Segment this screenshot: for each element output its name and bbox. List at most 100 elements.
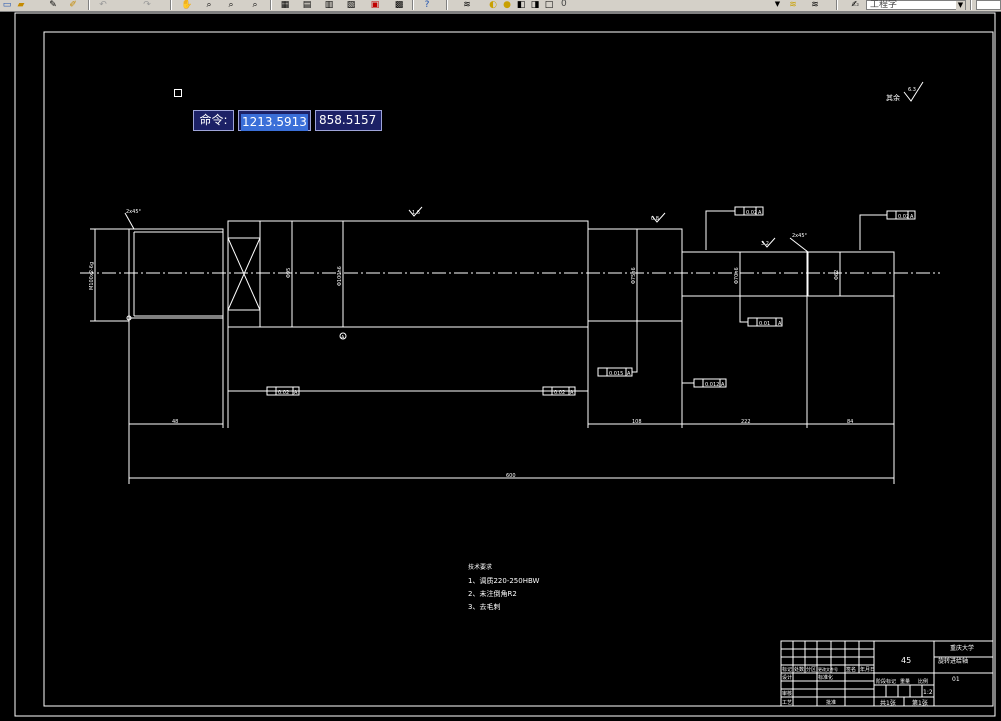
pickbox-cursor (174, 89, 182, 97)
edit-icon[interactable]: ✐ (66, 0, 80, 10)
redo-icon[interactable]: ↷ (140, 0, 154, 10)
title-drawing-no: 01 (952, 676, 960, 683)
title-cell: 更改文件号 (818, 666, 838, 672)
toolbar-separator (446, 0, 448, 10)
tolerance-value: 0.02 (898, 214, 909, 220)
layer-states-icon[interactable]: ≋ (786, 0, 800, 10)
ra-label: 3.2 (761, 241, 769, 247)
title-cell: 处数 (794, 666, 804, 673)
tolerance-value: 0.02 (554, 390, 565, 396)
title-sheet: 共1张 (880, 699, 896, 707)
title-cell: 阶段标记 (876, 678, 896, 685)
chamfer-label: 2x45° (792, 233, 808, 239)
dim-text: 48 (172, 419, 178, 425)
shaft-end-section (807, 251, 895, 297)
pencil-icon[interactable]: ✎ (46, 0, 60, 10)
title-cell: 审核 (782, 690, 792, 697)
design-center-icon[interactable]: ▤ (300, 0, 314, 10)
extra-combo[interactable] (976, 0, 1001, 10)
tool-palette-icon[interactable]: ▥ (322, 0, 336, 10)
coordinate-x-input[interactable]: 1213.5913 (238, 110, 311, 131)
new-icon[interactable]: ▭ (0, 0, 14, 10)
title-cell: 重量 (900, 678, 910, 685)
title-material: 45 (901, 656, 911, 665)
title-cell: 标记 (782, 666, 792, 673)
note-item: 1、调质220-250HBW (468, 576, 540, 585)
leader-line (859, 214, 887, 250)
toolbar-separator (270, 0, 272, 10)
tolerance-value: 0.01 (759, 321, 770, 327)
dim-text: 84 (847, 419, 853, 425)
ra-label: 1.6 (412, 210, 420, 216)
tolerance-ref: A (758, 210, 762, 216)
text-style-value: 工程字 (870, 0, 898, 10)
title-cell: 分区 (806, 666, 816, 673)
dim-text: 222 (741, 419, 751, 425)
layer-value: 0 (561, 0, 567, 9)
title-sheet-of: 第1张 (912, 699, 928, 707)
markup-icon[interactable]: ▣ (368, 0, 382, 10)
note-item: 2、未注倒角R2 (468, 589, 517, 598)
leader-line (705, 210, 735, 250)
layer-previous-icon[interactable]: ≋ (808, 0, 822, 10)
toolbar-separator (970, 0, 972, 10)
bulb-icon[interactable]: ◐ (486, 0, 500, 10)
chevron-down-icon[interactable]: ▼ (956, 1, 965, 10)
help-icon[interactable]: ? (420, 0, 434, 10)
tolerance-ref: A (721, 382, 725, 388)
toolbar: ▭ ▰ ✎ ✐ ↶ ↷ ✋ ⌕ ⌕ ⌕ ▦ ▤ ▥ ▧ ▣ ▩ ? ≋ ◐ ● … (0, 0, 1001, 12)
dim-dia: Φ62 (834, 270, 840, 280)
title-cell: 批准 (826, 699, 836, 706)
dim-dia: Φ95 (286, 268, 292, 278)
freeze-icon[interactable]: ◧ (514, 0, 528, 10)
toolbar-separator (170, 0, 172, 10)
title-cell: 比例 (918, 678, 928, 685)
layer-combo[interactable]: 0 ▼ (558, 0, 782, 10)
shaft-small-section (681, 251, 808, 297)
tolerance-value: 0.015 (609, 371, 623, 377)
tolerance-ref: A (627, 371, 631, 377)
chevron-down-icon[interactable]: ▼ (773, 0, 782, 9)
pan-icon[interactable]: ✋ (180, 0, 194, 10)
dim-thread: M100x2-6g (89, 262, 95, 290)
command-label: 命令: (193, 110, 234, 131)
text-style-combo[interactable]: 工程字 ▼ (866, 0, 966, 10)
tolerance-ref: A (778, 321, 782, 327)
text-style-icon[interactable]: ✍ (848, 0, 862, 10)
sheet-set-icon[interactable]: ▧ (344, 0, 358, 10)
title-school: 重庆大学 (950, 644, 974, 652)
title-scale: 1:2 (923, 689, 933, 696)
leader-line (124, 212, 135, 230)
roughness-label: 其余 (886, 93, 900, 102)
drawing-svg: 其余 6.3 2x45° 2x45° 1.6 0.8 3.2 M100x2-6g… (14, 12, 996, 717)
properties-icon[interactable]: ▦ (278, 0, 292, 10)
toolbar-separator (836, 0, 838, 10)
calculator-icon[interactable]: ▩ (392, 0, 406, 10)
sheet-inner-border (43, 31, 994, 707)
coordinate-y-input[interactable]: 858.5157 (315, 110, 382, 131)
tolerance-value: 0.02 (746, 210, 757, 216)
sun-icon[interactable]: ● (500, 0, 514, 10)
tolerance-ref: A (570, 390, 574, 396)
dim-dia: Φ100h6 (337, 266, 343, 286)
datum-label: A (341, 335, 345, 341)
title-cell: 标准化 (818, 674, 833, 681)
lock-icon[interactable]: ◨ (528, 0, 542, 10)
drawing-canvas[interactable]: 其余 6.3 2x45° 2x45° 1.6 0.8 3.2 M100x2-6g… (0, 12, 1001, 721)
open-icon[interactable]: ▰ (14, 0, 28, 10)
undo-icon[interactable]: ↶ (96, 0, 110, 10)
leader-line (789, 237, 809, 253)
chamfer-label: 2x45° (126, 209, 142, 215)
color-icon[interactable]: □ (542, 0, 556, 10)
zoom-window-icon[interactable]: ⌕ (224, 0, 238, 10)
zoom-realtime-icon[interactable]: ⌕ (202, 0, 216, 10)
toolbar-separator (88, 0, 90, 10)
dim-dia: Φ70h6 (734, 267, 740, 284)
layer-icon[interactable]: ≋ (460, 0, 474, 10)
title-cell: 年月日 (860, 666, 875, 673)
dim-dia: Φ75h6 (631, 267, 637, 284)
zoom-previous-icon[interactable]: ⌕ (248, 0, 262, 10)
tolerance-ref: A (294, 390, 298, 396)
roughness-value: 6.3 (908, 87, 916, 93)
title-cell: 签名 (846, 666, 856, 673)
